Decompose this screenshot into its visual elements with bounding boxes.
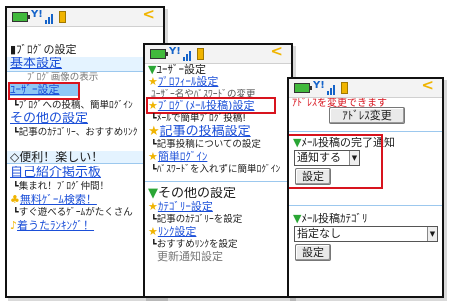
star-icon: ★ <box>148 151 158 163</box>
lock-icon <box>59 11 66 23</box>
highlight-box <box>146 97 276 114</box>
carrier-icon: Y! <box>31 9 43 20</box>
signal-icon <box>327 82 337 95</box>
star-icon: ★ <box>148 201 158 213</box>
lock-icon <box>341 82 348 94</box>
music-icon: ♪ <box>10 220 18 232</box>
status-bar: Y! < <box>289 79 442 98</box>
back-arrow-icon[interactable]: < <box>142 8 155 22</box>
battery-icon <box>150 49 168 59</box>
carrier-icon: Y! <box>313 80 325 91</box>
other-settings-heading: ▼その他の設定 <box>148 187 237 201</box>
other-settings-link[interactable]: その他の設定 <box>10 112 160 126</box>
back-arrow-icon[interactable]: < <box>270 45 283 59</box>
intro-board-link[interactable]: 自己紹介掲示板 <box>10 166 160 180</box>
star-icon: ★ <box>148 76 158 88</box>
post-settings-link[interactable]: ★記事の投稿設定 <box>148 125 288 139</box>
back-arrow-icon[interactable]: < <box>421 79 434 93</box>
profile-settings-link[interactable]: ★ﾌﾟﾛﾌｨｰﾙ設定 <box>148 76 288 88</box>
easy-login-link[interactable]: ★簡単ﾛｸﾞｲﾝ <box>148 151 288 163</box>
divider <box>145 181 291 182</box>
user-settings-heading: ▼ﾕｰｻﾞｰ設定 <box>148 64 206 76</box>
battery-icon <box>294 83 312 93</box>
category-settings-button[interactable]: 設定 <box>295 244 331 261</box>
chevron-down-icon: ▼ <box>427 227 437 241</box>
partial-bottom-text: 更新通知設定 <box>157 251 223 263</box>
divider <box>289 131 442 132</box>
other-settings-note: ┗記事のｶﾃｺﾞﾘｰ、おすすめﾘﾝｸ <box>13 127 138 138</box>
intro-board-note: ┗集まれ！ﾌﾞﾛｸﾞ仲間！ <box>13 181 109 192</box>
post-settings-note: ┗記事投稿についての設定 <box>151 139 261 150</box>
star-icon: ♣ <box>10 194 20 206</box>
address-change-button[interactable]: ｱﾄﾞﾚｽ変更 <box>329 107 405 124</box>
star-icon: ★ <box>148 226 158 238</box>
signal-icon <box>45 11 55 24</box>
star-icon: ★ <box>148 125 160 139</box>
basic-settings-link[interactable]: 基本設定 <box>7 57 163 72</box>
phone-screen-blog-settings: Y! < ▮ﾌﾞﾛｸﾞの設定 基本設定 ﾌﾞﾛｸﾞ画像の表示 ﾕｰｻﾞｰ設定 ┗… <box>5 6 165 298</box>
free-game-link[interactable]: ♣無料ｹﾞｰﾑ検索！ <box>10 194 160 206</box>
link-note: ┗おすすめﾘﾝｸを設定 <box>151 239 238 250</box>
category-note: ┗記事のｶﾃｺﾞﾘｰを設定 <box>151 214 243 225</box>
status-bar: Y! < <box>7 8 163 27</box>
signal-icon <box>183 48 193 61</box>
triangle-icon: ▼ <box>148 187 158 201</box>
highlight-box <box>8 82 80 100</box>
battery-icon <box>12 12 30 22</box>
phone-screen-user-settings: Y! < ▼ﾕｰｻﾞｰ設定 ★ﾌﾟﾛﾌｨｰﾙ設定 ﾕｰｻﾞｰ名やﾊﾟｽﾜｰﾄﾞの… <box>143 43 293 298</box>
easy-login-note: ┗ﾊﾟｽﾜｰﾄﾞを入れずに簡単ﾛｸﾞｲﾝ <box>151 164 281 175</box>
free-game-note: ┗すぐ遊べるｹﾞｰﾑがたくさん <box>13 207 133 218</box>
highlight-box <box>289 134 383 189</box>
carrier-icon: Y! <box>169 46 181 57</box>
lock-icon <box>197 48 204 60</box>
category-settings-link[interactable]: ★ｶﾃｺﾞﾘｰ設定 <box>148 201 288 213</box>
divider <box>289 205 442 206</box>
link-settings-link[interactable]: ★ﾘﾝｸ設定 <box>148 226 288 238</box>
status-bar: Y! < <box>145 45 291 64</box>
fun-heading: ◇便利！楽しい！ <box>7 151 163 164</box>
category-select[interactable]: 指定なし ▼ <box>294 226 438 242</box>
category-heading: ▼ﾒｰﾙ投稿ｶﾃｺﾞﾘ <box>293 213 368 225</box>
ranking-link[interactable]: ♪着うたﾗﾝｷﾝｸﾞ！ <box>10 220 160 232</box>
phone-screen-mail-post-settings: Y! < ｱﾄﾞﾚｽを変更できます ｱﾄﾞﾚｽ変更 ▼ﾒｰﾙ投稿の完了通知 通知… <box>287 77 444 298</box>
blog-mail-note: ┗ﾒｰﾙで簡単ﾌﾞﾛｸﾞ投稿! <box>151 113 247 124</box>
blog-settings-heading: ▮ﾌﾞﾛｸﾞの設定 <box>10 44 77 56</box>
user-settings-note: ┗ﾌﾞﾛｸﾞへの投稿、簡単ﾛｸﾞｲﾝ <box>13 100 133 111</box>
